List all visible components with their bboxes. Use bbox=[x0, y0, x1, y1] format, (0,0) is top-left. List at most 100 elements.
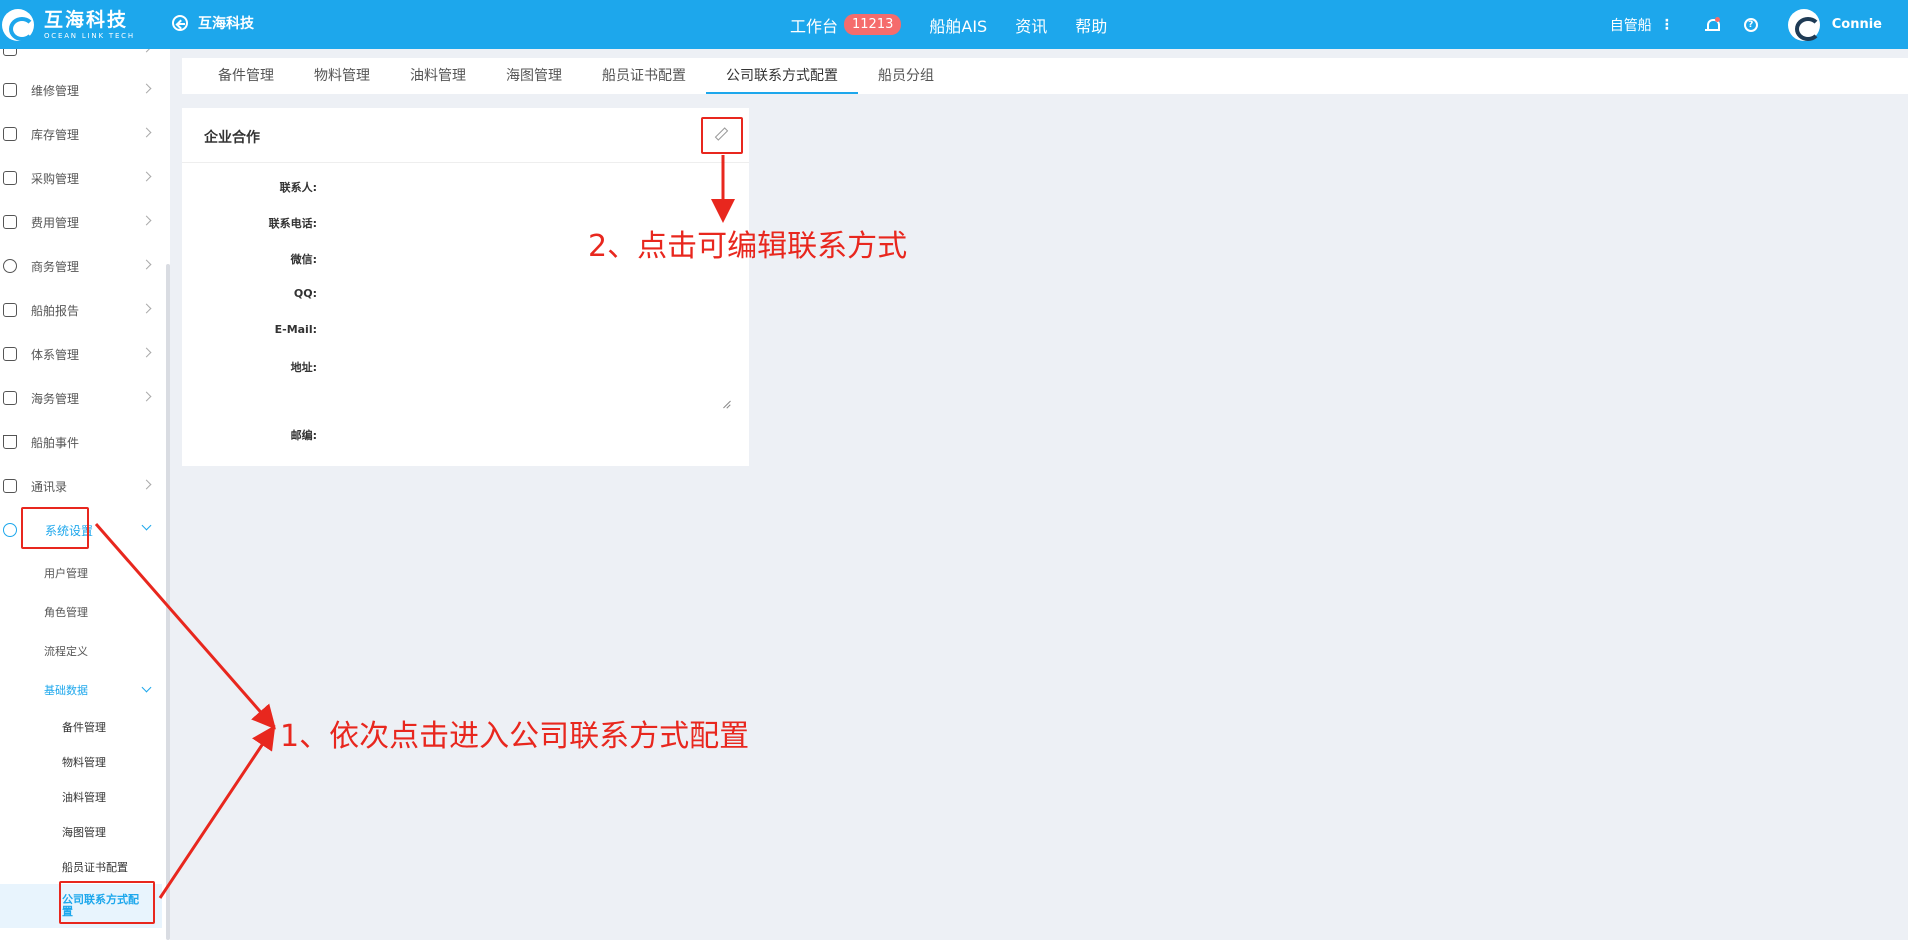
chevron-down-icon bbox=[141, 520, 152, 531]
bell-icon[interactable] bbox=[1704, 16, 1720, 33]
sidebar: 维修管理 库存管理 采购管理 费用管理 商务管理 船舶报告 体系管理 海务管理 bbox=[0, 49, 170, 940]
username[interactable]: Connie bbox=[1832, 17, 1882, 32]
sidebar-leaf-materials[interactable]: 物料管理 bbox=[0, 744, 162, 779]
back-arrow-icon bbox=[172, 15, 188, 31]
calendar-icon bbox=[3, 303, 17, 317]
sidebar-item-system-mgmt[interactable]: 体系管理 bbox=[0, 332, 162, 376]
field-label-wechat: 微信: bbox=[290, 253, 317, 266]
chevron-right-icon bbox=[141, 83, 152, 94]
tab-company-contact[interactable]: 公司联系方式配置 bbox=[706, 58, 858, 94]
chevron-right-icon bbox=[141, 215, 152, 226]
cart-icon bbox=[3, 171, 17, 185]
sidebar-item-label: 费用管理 bbox=[31, 215, 80, 230]
chevron-right-icon bbox=[141, 171, 152, 182]
list-icon bbox=[3, 49, 17, 56]
tab-crew-group[interactable]: 船员分组 bbox=[858, 58, 954, 94]
sidebar-item-label: 船舶报告 bbox=[31, 303, 80, 318]
chevron-right-icon bbox=[141, 347, 152, 358]
resize-handle-icon[interactable] bbox=[722, 400, 731, 409]
workbench-count-badge: 11213 bbox=[844, 14, 902, 35]
more-vertical-icon: ⋮ bbox=[1659, 16, 1674, 33]
sidebar-item-label: 维修管理 bbox=[31, 83, 80, 98]
sidebar-leaf-spare-parts[interactable]: 备件管理 bbox=[0, 709, 162, 744]
sidebar-item-ship-event[interactable]: 船舶事件 bbox=[0, 420, 162, 464]
address-book-icon bbox=[3, 479, 17, 493]
card-header: 企业合作 bbox=[182, 108, 749, 163]
chevron-down-icon bbox=[141, 682, 152, 693]
nav-ship-ais[interactable]: 船舶AIS bbox=[929, 13, 987, 37]
sidebar-sub-basic-data[interactable]: 基础数据 bbox=[0, 671, 162, 709]
avatar[interactable] bbox=[1787, 8, 1821, 41]
sidebar-item-label: 通讯录 bbox=[31, 479, 68, 494]
warning-icon bbox=[3, 435, 17, 449]
notification-dot bbox=[1714, 16, 1720, 22]
ship-selector-label: 自管船 bbox=[1609, 17, 1652, 34]
gear-icon bbox=[3, 523, 17, 537]
nav-news[interactable]: 资讯 bbox=[1015, 13, 1047, 37]
card-title: 企业合作 bbox=[204, 130, 260, 146]
globe-icon bbox=[3, 259, 17, 273]
sidebar-sub-label: 基础数据 bbox=[44, 684, 88, 697]
database-icon bbox=[3, 215, 17, 229]
nav-workbench[interactable]: 工作台 11213 bbox=[790, 13, 902, 37]
top-bar: 互海科技 OCEAN LINK TECH 互海科技 工作台 11213 船舶AI… bbox=[0, 0, 1908, 49]
sidebar-sub-workflow[interactable]: 流程定义 bbox=[0, 632, 162, 670]
logo-subtitle: OCEAN LINK TECH bbox=[44, 31, 135, 40]
tab-materials[interactable]: 物料管理 bbox=[294, 58, 390, 94]
logo[interactable]: 互海科技 OCEAN LINK TECH bbox=[0, 5, 135, 45]
sidebar-item-label: 船舶事件 bbox=[31, 435, 80, 450]
sidebar-leaf-charts[interactable]: 海图管理 bbox=[0, 814, 162, 849]
field-label-phone: 联系电话: bbox=[268, 217, 317, 230]
sidebar-item-purchase[interactable]: 采购管理 bbox=[0, 156, 162, 200]
wrench-icon bbox=[3, 83, 17, 97]
sidebar-item-ship-report[interactable]: 船舶报告 bbox=[0, 288, 162, 332]
annotation-step-1: 1、依次点击进入公司联系方式配置 bbox=[280, 719, 750, 754]
sidebar-item-contacts[interactable]: 通讯录 bbox=[0, 464, 162, 508]
logo-icon bbox=[2, 9, 35, 41]
contact-card: 企业合作 联系人: 联系电话: 微信: QQ: E-Mail: 地址: 邮编: bbox=[182, 108, 749, 466]
sidebar-leaf-oil[interactable]: 油料管理 bbox=[0, 779, 162, 814]
sidebar-item-expense[interactable]: 费用管理 bbox=[0, 200, 162, 244]
highlight-system-settings bbox=[21, 507, 89, 549]
arrow-from-company-contact bbox=[158, 725, 276, 899]
main-nav: 工作台 11213 船舶AIS 资讯 帮助 bbox=[790, 0, 1135, 49]
field-label-zipcode: 邮编: bbox=[290, 429, 317, 442]
chevron-right-icon bbox=[141, 391, 152, 402]
home-icon bbox=[3, 127, 17, 141]
tab-charts[interactable]: 海图管理 bbox=[486, 58, 582, 94]
chevron-right-icon bbox=[141, 479, 152, 490]
chevron-right-icon bbox=[141, 49, 152, 53]
chevron-right-icon bbox=[141, 259, 152, 270]
back-label: 互海科技 bbox=[198, 16, 254, 32]
sidebar-sub-user-mgmt[interactable]: 用户管理 bbox=[0, 554, 162, 592]
tab-spare-parts[interactable]: 备件管理 bbox=[198, 58, 294, 94]
sidebar-item-label: 库存管理 bbox=[31, 127, 80, 142]
copy-icon bbox=[3, 347, 17, 361]
sidebar-item-marine[interactable]: 海务管理 bbox=[0, 376, 162, 420]
logo-title: 互海科技 bbox=[44, 8, 129, 31]
sidebar-item-label: 采购管理 bbox=[31, 171, 80, 186]
field-label-contact-person: 联系人: bbox=[279, 181, 317, 194]
tab-bar: 备件管理 物料管理 油料管理 海图管理 船员证书配置 公司联系方式配置 船员分组 bbox=[182, 58, 1908, 94]
field-label-address: 地址: bbox=[290, 361, 317, 374]
back-button[interactable]: 互海科技 bbox=[172, 13, 254, 33]
field-label-qq: QQ: bbox=[293, 287, 317, 300]
sidebar-item-business[interactable]: 商务管理 bbox=[0, 244, 162, 288]
sidebar-scrollbar[interactable] bbox=[166, 264, 170, 940]
chevron-right-icon bbox=[141, 303, 152, 314]
signpost-icon bbox=[3, 391, 17, 405]
help-icon[interactable]: ? bbox=[1743, 17, 1758, 32]
tab-crew-cert[interactable]: 船员证书配置 bbox=[582, 58, 706, 94]
nav-help[interactable]: 帮助 bbox=[1075, 13, 1107, 37]
sidebar-sub-role-mgmt[interactable]: 角色管理 bbox=[0, 593, 162, 631]
sidebar-item-label: 体系管理 bbox=[31, 347, 80, 362]
ship-selector[interactable]: 自管船 ⋮ bbox=[1610, 15, 1674, 35]
sidebar-item-inventory[interactable]: 库存管理 bbox=[0, 112, 162, 156]
field-label-email: E-Mail: bbox=[274, 323, 317, 336]
highlight-edit-button bbox=[701, 117, 743, 154]
tab-oil[interactable]: 油料管理 bbox=[390, 58, 486, 94]
sidebar-item-repair[interactable]: 维修管理 bbox=[0, 68, 162, 112]
nav-workbench-label: 工作台 bbox=[790, 16, 839, 36]
user-area: 自管船 ⋮ ? Connie bbox=[1610, 0, 1908, 49]
sidebar-leaf-crew-cert[interactable]: 船员证书配置 bbox=[0, 849, 162, 884]
